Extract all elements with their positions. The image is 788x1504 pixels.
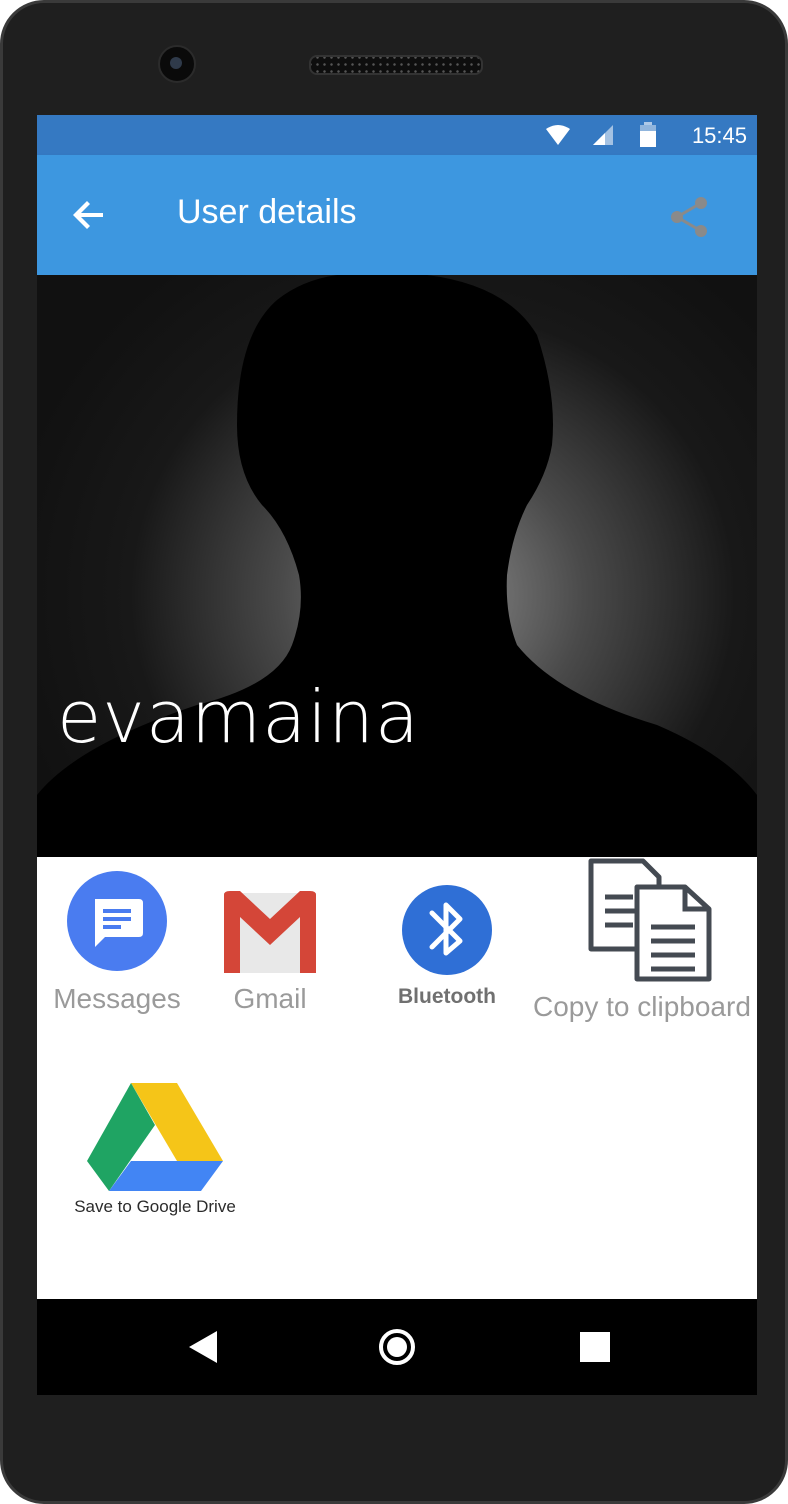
wifi-icon [546,125,570,145]
front-camera [158,45,196,83]
share-sheet: Messages Gmail Bluetooth Copy to clipboa… [37,857,757,1299]
nav-home-icon[interactable] [377,1327,417,1367]
google-drive-icon [87,1083,223,1191]
share-target-copy-to-clipboard[interactable]: Copy to clipboard [533,857,757,1023]
share-target-messages[interactable]: Messages [47,869,187,1015]
earpiece-speaker [309,55,483,75]
nav-back-icon[interactable] [185,1329,221,1365]
gmail-icon [224,891,316,973]
profile-photo: evamaina [37,275,757,857]
share-target-gmail[interactable]: Gmail [205,869,335,1015]
person-silhouette-icon [37,275,757,857]
arrow-back-icon[interactable] [65,191,113,239]
clipboard-icon [588,858,712,982]
navigation-bar [37,1299,757,1395]
bluetooth-icon [402,885,492,975]
share-label-copy-to-clipboard: Copy to clipboard [533,991,751,1022]
share-target-google-drive[interactable]: Save to Google Drive [57,1079,253,1217]
cellular-signal-icon [593,125,613,145]
nav-recents-icon[interactable] [579,1331,611,1363]
share-target-bluetooth[interactable]: Bluetooth [377,883,517,1009]
share-icon[interactable] [667,195,711,239]
username: evamaina [57,675,421,759]
share-label-google-drive: Save to Google Drive [74,1197,236,1216]
phone-frame: 15:45 User details evamaina Messages Gma… [0,0,788,1504]
status-clock: 15:45 [691,123,747,148]
messages-icon [67,871,167,971]
page-title: User details [177,193,357,231]
battery-icon [640,122,656,147]
screen: 15:45 User details evamaina Messages Gma… [37,115,757,1395]
share-label-bluetooth: Bluetooth [398,985,496,1008]
status-bar: 15:45 [37,115,757,155]
share-label-messages: Messages [53,983,181,1014]
app-bar: User details [37,155,757,275]
share-label-gmail: Gmail [233,983,307,1014]
